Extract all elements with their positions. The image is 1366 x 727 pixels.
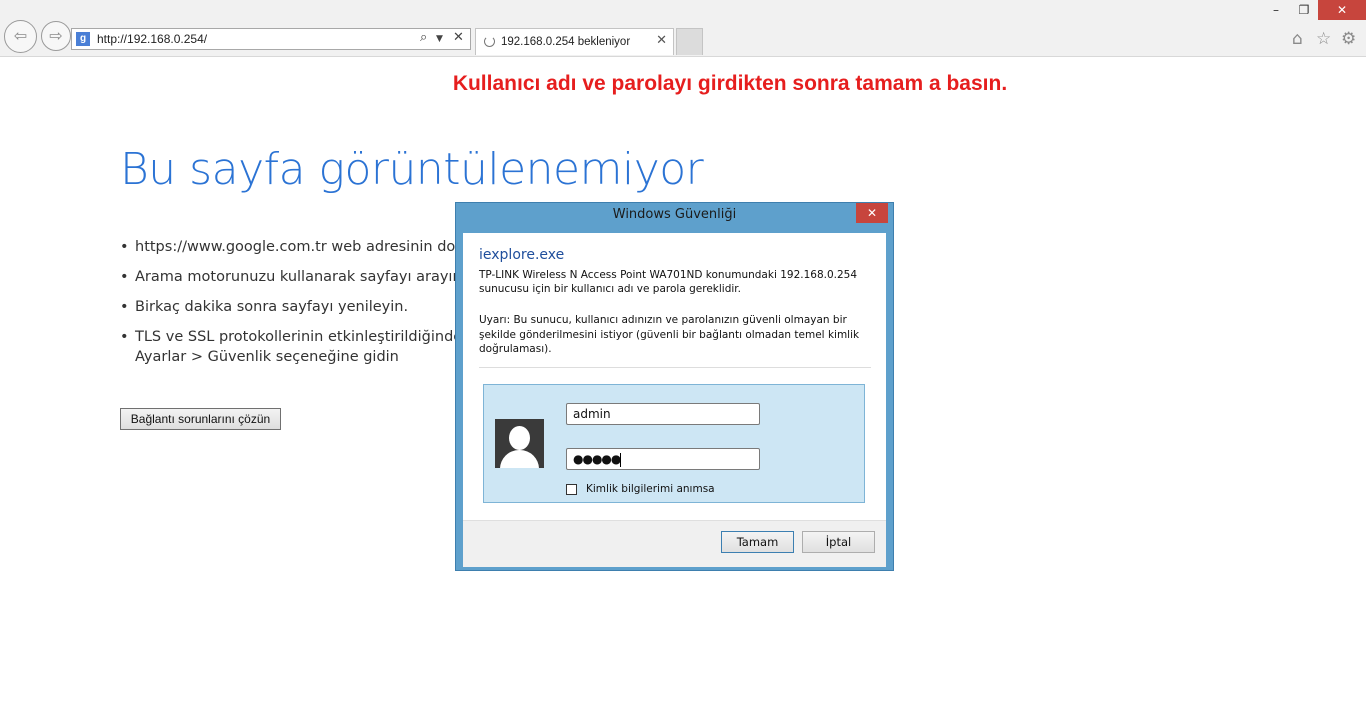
password-input[interactable]: ●●●●● xyxy=(566,448,760,470)
minimize-button[interactable]: – xyxy=(1264,0,1288,20)
restore-button[interactable]: ❐ xyxy=(1292,0,1316,20)
address-input[interactable]: http://192.168.0.254/ xyxy=(97,32,207,46)
list-item: https://www.google.com.tr web adresinin … xyxy=(120,237,499,257)
tab-title: 192.168.0.254 bekleniyor xyxy=(501,36,631,48)
settings-gear-icon[interactable]: ⚙ xyxy=(1341,29,1356,49)
list-item: Arama motorunuzu kullanarak sayfayı aray… xyxy=(120,267,499,287)
list-item: TLS ve SSL protokollerinin etkinleştiril… xyxy=(120,327,499,367)
divider xyxy=(479,367,871,368)
favicon-icon: g xyxy=(76,32,90,46)
browser-chrome: ⇦ ⇨ g http://192.168.0.254/ ⌕ ▼ ✕ 192.16… xyxy=(0,0,1366,57)
username-input[interactable]: admin xyxy=(566,403,760,425)
search-icon[interactable]: ⌕ xyxy=(420,30,427,45)
security-warning: Uyarı: Bu sunucu, kullanıcı adınızın ve … xyxy=(479,314,860,355)
forward-button[interactable]: ⇨ xyxy=(41,21,71,51)
instruction-banner: Kullanıcı adı ve parolayı girdikten sonr… xyxy=(452,72,1008,95)
user-avatar-icon xyxy=(495,419,544,468)
tab-close-icon[interactable]: ✕ xyxy=(656,33,667,48)
dialog-footer: Tamam İptal xyxy=(463,520,886,567)
address-bar[interactable]: g http://192.168.0.254/ ⌕ ▼ ✕ xyxy=(71,28,471,50)
window-close-button[interactable]: ✕ xyxy=(1318,0,1366,20)
auth-message: TP-LINK Wireless N Access Point WA701ND … xyxy=(479,269,858,295)
tab-loading[interactable]: 192.168.0.254 bekleniyor ✕ xyxy=(475,28,674,55)
home-icon[interactable]: ⌂ xyxy=(1292,29,1303,49)
dialog-title: Windows Güvenliği xyxy=(612,207,737,222)
new-tab-button[interactable] xyxy=(676,28,703,55)
favorites-star-icon[interactable]: ☆ xyxy=(1316,29,1331,49)
stop-icon[interactable]: ✕ xyxy=(453,30,464,45)
dropdown-icon[interactable]: ▼ xyxy=(436,34,443,44)
suggestion-list: https://www.google.com.tr web adresinin … xyxy=(120,237,499,367)
loading-spinner-icon xyxy=(484,36,495,47)
arrow-left-icon: ⇦ xyxy=(13,26,28,45)
back-button[interactable]: ⇦ xyxy=(4,20,37,53)
arrow-right-icon: ⇨ xyxy=(49,26,63,45)
fix-connection-button[interactable]: Bağlantı sorunlarını çözün xyxy=(120,408,281,430)
page-title: Bu sayfa görüntülenemiyor xyxy=(120,144,704,195)
security-dialog: Windows Güvenliği ✕ iexplore.exe TP-LINK… xyxy=(455,202,894,571)
credential-tile: admin ●●●●● Kimlik bilgilerimi anımsa xyxy=(483,384,865,503)
app-name: iexplore.exe xyxy=(479,247,565,263)
remember-checkbox[interactable] xyxy=(566,484,577,495)
ok-button[interactable]: Tamam xyxy=(721,531,794,553)
remember-label: Kimlik bilgilerimi anımsa xyxy=(586,483,715,495)
dialog-close-button[interactable]: ✕ xyxy=(856,203,888,223)
cancel-button[interactable]: İptal xyxy=(802,531,875,553)
dialog-body: iexplore.exe TP-LINK Wireless N Access P… xyxy=(463,233,886,567)
list-item: Birkaç dakika sonra sayfayı yenileyin. xyxy=(120,297,499,317)
